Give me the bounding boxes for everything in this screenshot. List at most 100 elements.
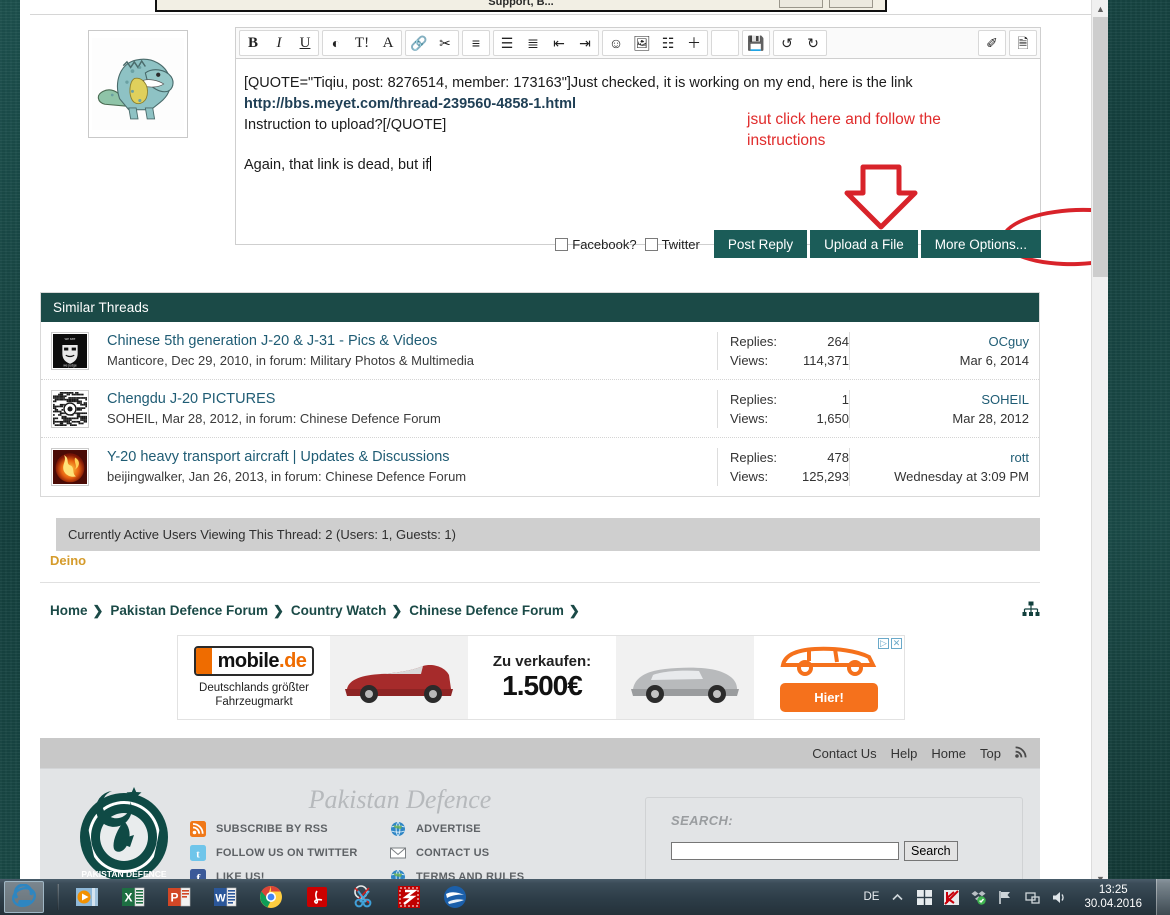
views-value: 1,650 xyxy=(816,410,849,426)
bold-icon[interactable]: B xyxy=(240,31,266,55)
page-scrollbar[interactable]: ▲ ▼ xyxy=(1091,0,1108,887)
breadcrumb-item-pakistan-defence-forum[interactable]: Pakistan Defence Forum xyxy=(110,603,268,618)
clock-date: 30.04.2016 xyxy=(1084,898,1142,910)
dialog-button-2[interactable] xyxy=(829,0,873,8)
advertisement-banner[interactable]: mobile .de Deutschlands größter Fahrzeugm… xyxy=(177,635,905,720)
replies-label: Replies: xyxy=(730,450,777,465)
post-reply-button[interactable]: Post Reply xyxy=(713,230,808,258)
remove-formatting-icon[interactable]: ✐ xyxy=(979,31,1005,55)
dragon-avatar[interactable] xyxy=(51,448,89,486)
qr-code-avatar[interactable] xyxy=(51,389,89,428)
table-row[interactable]: we see we judge Chinese 5th generation J-2… xyxy=(41,322,1039,380)
last-post-date: Mar 28, 2012 xyxy=(952,410,1029,426)
ad-cta-button[interactable]: Hier! xyxy=(780,683,878,712)
footer-nav-top[interactable]: Top xyxy=(980,746,1001,761)
search-input[interactable] xyxy=(671,842,899,860)
table-row[interactable]: Chengdu J-20 PICTURES SOHEIL, Mar 28, 201… xyxy=(41,380,1039,438)
editor-textarea[interactable]: [QUOTE="Tiqiu, post: 8276514, member: 17… xyxy=(235,59,1041,245)
ad-silver-car-image xyxy=(616,636,754,719)
adchoices-icon[interactable]: ▷ xyxy=(878,638,889,649)
ad-badges[interactable]: ▷ ✕ xyxy=(878,638,902,649)
network-icon[interactable] xyxy=(1024,889,1041,906)
last-post-user[interactable]: rott xyxy=(862,448,1029,467)
chrome-icon[interactable] xyxy=(256,882,286,912)
dialog-button-1[interactable] xyxy=(779,0,823,8)
excel-icon[interactable]: X xyxy=(118,882,148,912)
italic-icon[interactable]: I xyxy=(266,31,292,55)
volume-icon[interactable] xyxy=(1051,889,1068,906)
toolbar-group: ☰ ≣ ⇤ ⇥ xyxy=(493,30,599,56)
active-user-link[interactable]: Deino xyxy=(50,553,86,568)
footer-link[interactable]: t FOLLOW US ON TWITTER xyxy=(190,841,357,865)
bullet-list-icon[interactable]: ☰ xyxy=(494,31,520,55)
insert-image-icon[interactable]: 🖼 xyxy=(629,31,655,55)
last-post-user[interactable]: SOHEIL xyxy=(862,390,1029,409)
filezilla-icon[interactable] xyxy=(394,882,424,912)
snipping-tool-icon[interactable] xyxy=(348,882,378,912)
windows-icon[interactable] xyxy=(916,889,933,906)
breadcrumb-item-chinese-defence-forum[interactable]: Chinese Defence Forum xyxy=(409,603,564,618)
flag-icon[interactable] xyxy=(997,889,1014,906)
internet-explorer-icon[interactable] xyxy=(4,881,44,913)
insert-media-icon[interactable]: ☷ xyxy=(655,31,681,55)
footer-nav-home[interactable]: Home xyxy=(931,746,966,761)
toolbar-group: ◐ T! A xyxy=(322,30,402,56)
thread-title[interactable]: Y-20 heavy transport aircraft | Updates … xyxy=(107,448,717,467)
more-options-button[interactable]: More Options... xyxy=(920,230,1041,258)
save-draft-icon[interactable]: 💾 xyxy=(743,31,769,55)
google-earth-icon[interactable] xyxy=(440,882,470,912)
twitter-checkbox[interactable]: Twitter xyxy=(644,237,700,252)
kaspersky-icon[interactable] xyxy=(943,889,960,906)
breadcrumb-item-country-watch[interactable]: Country Watch xyxy=(291,603,387,618)
language-indicator[interactable]: DE xyxy=(863,891,879,903)
font-size-icon[interactable]: T! xyxy=(349,31,375,55)
powerpoint-icon[interactable]: P xyxy=(164,882,194,912)
thread-title[interactable]: Chinese 5th generation J-20 & J-31 - Pic… xyxy=(107,332,717,351)
footer-search-box: SEARCH: Search xyxy=(645,797,1023,887)
align-icon[interactable]: ≡ xyxy=(463,31,489,55)
insert-link-icon[interactable]: 🔗 xyxy=(406,31,432,55)
font-family-icon[interactable]: A xyxy=(375,31,401,55)
unlink-icon[interactable]: ✂ xyxy=(432,31,458,55)
footer-nav-contact-us[interactable]: Contact Us xyxy=(812,746,876,761)
dropbox-icon[interactable] xyxy=(970,889,987,906)
underline-icon[interactable]: U xyxy=(292,31,318,55)
search-button[interactable]: Search xyxy=(904,841,958,861)
show-hidden-icons-icon[interactable] xyxy=(889,889,906,906)
avatar[interactable] xyxy=(88,30,188,138)
indent-icon[interactable]: ⇥ xyxy=(572,31,598,55)
show-desktop-button[interactable] xyxy=(1156,879,1170,915)
svg-text:we judge: we judge xyxy=(63,363,77,367)
text-color-icon[interactable]: ◐ xyxy=(323,31,349,55)
toggle-bbcode-icon[interactable]: 🗎 xyxy=(1010,31,1036,55)
windows-taskbar: X P W DE 13:25 30.04.2016 xyxy=(0,879,1170,915)
breadcrumb-item-home[interactable]: Home xyxy=(50,603,88,618)
media-player-icon[interactable] xyxy=(72,882,102,912)
adobe-reader-icon[interactable] xyxy=(302,882,332,912)
footer-link[interactable]: SUBSCRIBE BY RSS xyxy=(190,817,357,841)
undo-icon[interactable]: ↺ xyxy=(774,31,800,55)
last-post-user[interactable]: OCguy xyxy=(862,332,1029,351)
footer-link[interactable]: ADVERTISE xyxy=(390,817,524,841)
word-icon[interactable]: W xyxy=(210,882,240,912)
start-area[interactable] xyxy=(0,879,52,915)
thread-title[interactable]: Chengdu J-20 PICTURES xyxy=(107,390,717,409)
scroll-up-arrow-icon[interactable]: ▲ xyxy=(1092,0,1108,17)
anonymous-mask-avatar[interactable]: we see we judge xyxy=(51,331,89,370)
redo-icon[interactable]: ↻ xyxy=(800,31,826,55)
footer-link[interactable]: CONTACT US xyxy=(390,841,524,865)
outdent-icon[interactable]: ⇤ xyxy=(546,31,572,55)
table-row[interactable]: Y-20 heavy transport aircraft | Updates … xyxy=(41,438,1039,496)
upload-a-file-button[interactable]: Upload a File xyxy=(810,230,918,258)
partial-dialog-window[interactable]: Support, B... xyxy=(155,0,887,12)
taskbar-clock[interactable]: 13:25 30.04.2016 xyxy=(1078,883,1148,911)
more-tools-icon[interactable]: ＋ xyxy=(681,31,707,55)
ad-close-icon[interactable]: ✕ xyxy=(891,638,902,649)
numbered-list-icon[interactable]: ≣ xyxy=(520,31,546,55)
facebook-checkbox[interactable]: Facebook? xyxy=(555,237,637,252)
rss-icon[interactable] xyxy=(1015,745,1028,761)
smilie-icon[interactable]: ☺ xyxy=(603,31,629,55)
sitemap-icon[interactable] xyxy=(1022,601,1040,620)
footer-nav-help[interactable]: Help xyxy=(891,746,918,761)
scrollbar-thumb[interactable] xyxy=(1093,17,1108,277)
